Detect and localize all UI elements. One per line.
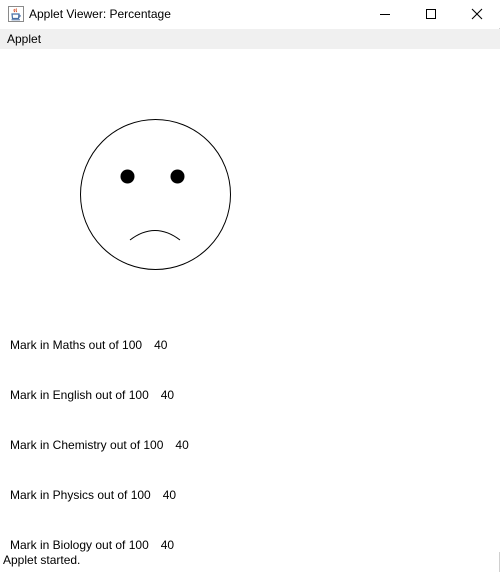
mark-maths: Mark in Maths out of 100 40 <box>10 338 167 352</box>
left-eye <box>120 169 135 184</box>
face-outline <box>80 119 231 270</box>
applet-canvas: Mark in Maths out of 100 40 Mark in Engli… <box>0 49 500 552</box>
mark-physics: Mark in Physics out of 100 40 <box>10 488 176 502</box>
right-eye <box>170 169 185 184</box>
window-title: Applet Viewer: Percentage <box>29 7 171 21</box>
mark-label: Mark in Chemistry out of 100 <box>10 438 164 452</box>
mark-biology: Mark in Biology out of 100 40 <box>10 538 174 552</box>
status-bar-text: Applet started. <box>3 553 81 567</box>
title-bar[interactable]: Applet Viewer: Percentage <box>0 0 500 28</box>
mark-label: Mark in Physics out of 100 <box>10 488 151 502</box>
menu-applet[interactable]: Applet <box>7 32 41 46</box>
mark-value: 40 <box>160 388 175 402</box>
mark-value: 40 <box>154 338 168 352</box>
mark-label: Mark in Maths out of 100 <box>10 338 143 352</box>
minimize-icon <box>380 14 390 15</box>
sad-face-drawing <box>80 119 231 270</box>
minimize-button[interactable] <box>362 0 408 28</box>
close-icon <box>471 8 483 20</box>
maximize-button[interactable] <box>408 0 454 28</box>
mark-value: 40 <box>160 538 175 552</box>
mark-value: 40 <box>162 488 177 502</box>
mark-value: 40 <box>175 438 189 452</box>
menu-bar: Applet <box>0 29 500 49</box>
frown-mouth <box>129 230 181 241</box>
java-coffee-cup-icon <box>8 6 24 22</box>
close-button[interactable] <box>454 0 500 28</box>
mark-english: Mark in English out of 100 40 <box>10 388 174 402</box>
applet-viewer-window: Applet Viewer: Percentage Applet Mark in… <box>0 0 500 572</box>
maximize-icon <box>426 9 436 19</box>
mark-label: Mark in Biology out of 100 <box>10 538 149 552</box>
mark-chemistry: Mark in Chemistry out of 100 40 <box>10 438 189 452</box>
mark-label: Mark in English out of 100 <box>10 388 149 402</box>
